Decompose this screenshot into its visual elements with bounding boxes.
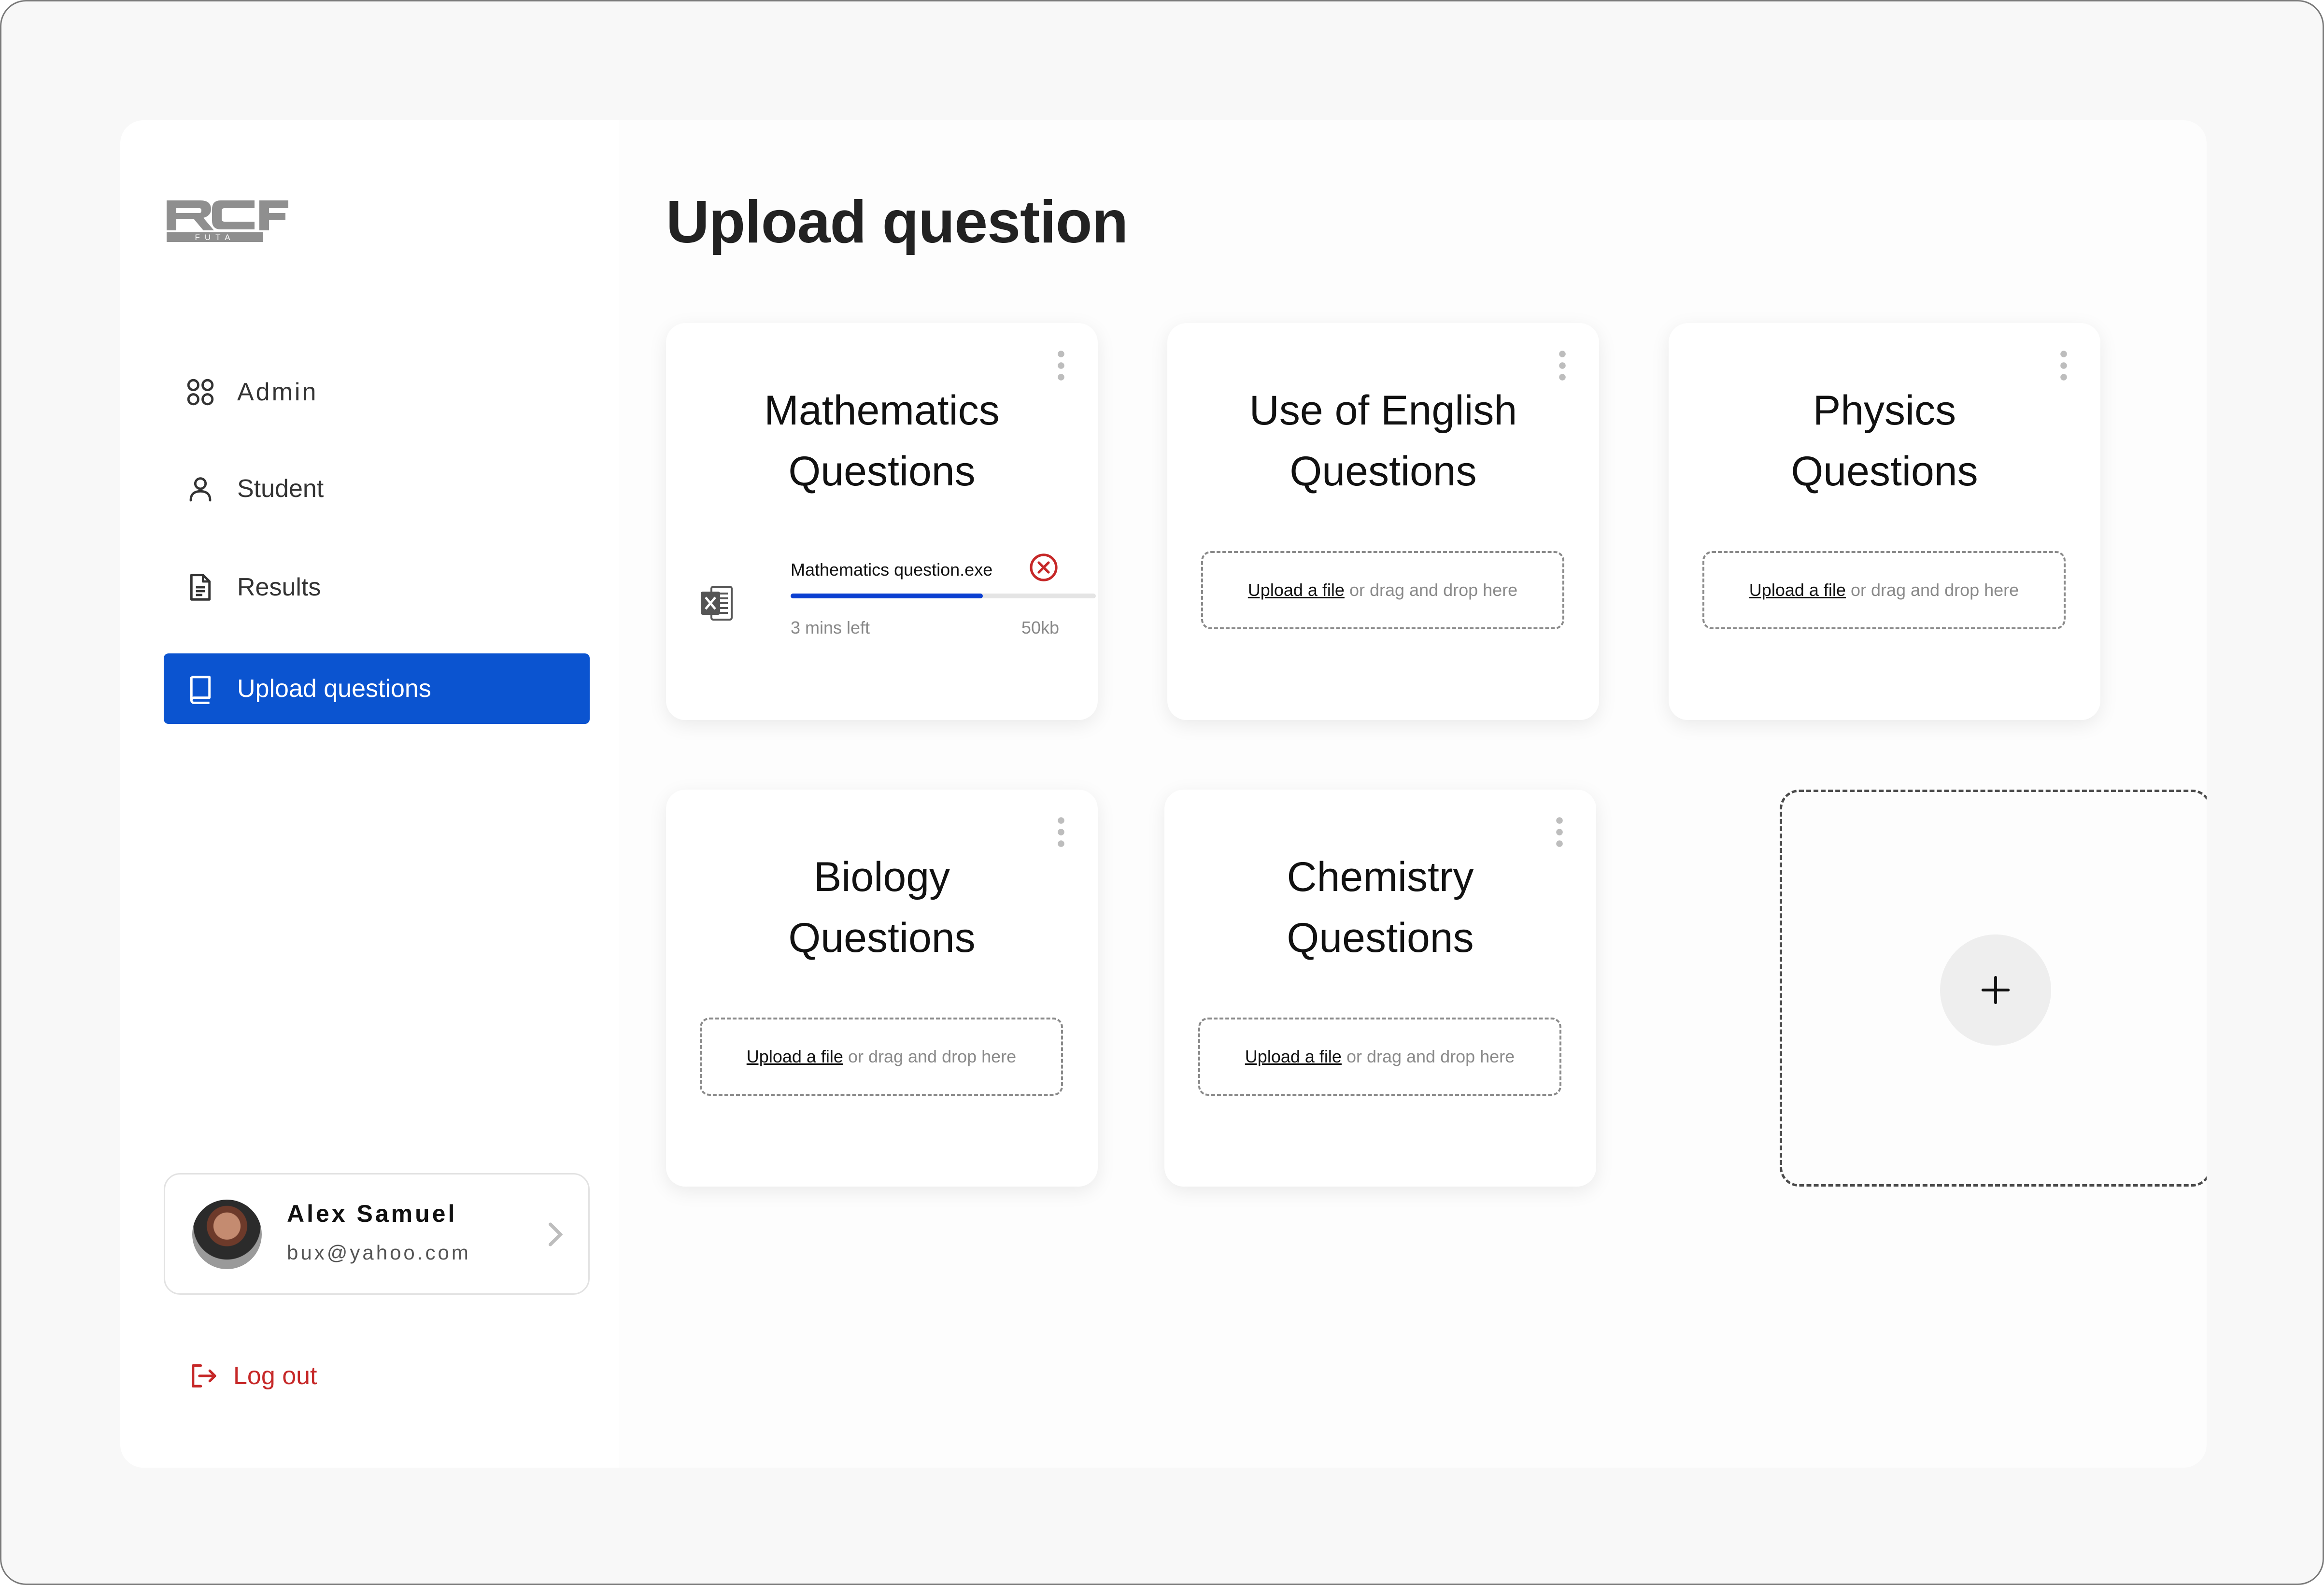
upload-file-name: Mathematics question.exe bbox=[791, 560, 993, 580]
dropzone-hint: or drag and drop here bbox=[848, 1047, 1017, 1066]
card-title: Biology Questions bbox=[666, 847, 1098, 968]
user-email: bux@yahoo.com bbox=[287, 1241, 471, 1264]
card-title-line1: Chemistry bbox=[1287, 854, 1474, 900]
page-title: Upload question bbox=[666, 189, 1128, 255]
upload-file-link[interactable]: Upload a file bbox=[747, 1047, 843, 1067]
question-card-use-of-english: Use of English Questions Upload a file o… bbox=[1167, 323, 1599, 720]
excel-file-icon bbox=[701, 586, 733, 621]
card-title: Physics Questions bbox=[1669, 380, 2100, 502]
card-title-line2: Questions bbox=[1791, 448, 1978, 495]
question-card-physics: Physics Questions Upload a file or drag … bbox=[1669, 323, 2100, 720]
card-title: Chemistry Questions bbox=[1164, 847, 1596, 968]
sidebar: FUTA Admin Student Results Upload questi… bbox=[120, 120, 619, 1468]
sidebar-item-results[interactable]: Results bbox=[164, 552, 590, 623]
sidebar-item-upload-questions[interactable]: Upload questions bbox=[164, 653, 590, 724]
upload-file-link[interactable]: Upload a file bbox=[1245, 1047, 1342, 1067]
question-card-biology: Biology Questions Upload a file or drag … bbox=[666, 790, 1098, 1187]
chevron-right-icon bbox=[549, 1222, 563, 1246]
file-dropzone[interactable]: Upload a file or drag and drop here bbox=[700, 1018, 1063, 1096]
sidebar-item-label: Admin bbox=[237, 378, 318, 406]
file-dropzone[interactable]: Upload a file or drag and drop here bbox=[1201, 551, 1564, 629]
sidebar-item-student[interactable]: Student bbox=[164, 453, 590, 524]
card-title: Mathematics Questions bbox=[666, 380, 1098, 502]
app-container: FUTA Admin Student Results Upload questi… bbox=[120, 120, 2207, 1468]
book-icon bbox=[190, 676, 211, 704]
upload-time-left: 3 mins left bbox=[791, 618, 870, 637]
card-title-line2: Questions bbox=[788, 915, 976, 961]
card-title-line1: Physics bbox=[1813, 387, 1956, 434]
card-title-line1: Mathematics bbox=[764, 387, 1000, 434]
sidebar-item-label: Upload questions bbox=[237, 675, 431, 703]
window-frame: FUTA Admin Student Results Upload questi… bbox=[0, 0, 2324, 1585]
logo-subtext: FUTA bbox=[195, 233, 235, 242]
upload-progress-bar bbox=[791, 594, 1096, 598]
card-title-line2: Questions bbox=[1287, 915, 1474, 961]
dropzone-hint: or drag and drop here bbox=[1850, 580, 2019, 600]
card-title: Use of English Questions bbox=[1167, 380, 1599, 502]
sidebar-item-label: Student bbox=[237, 475, 324, 503]
logout-button[interactable]: Log out bbox=[188, 1360, 317, 1391]
card-title-line1: Biology bbox=[813, 854, 950, 900]
file-dropzone[interactable]: Upload a file or drag and drop here bbox=[1198, 1018, 1561, 1096]
grid-icon bbox=[187, 379, 214, 406]
card-title-line1: Use of English bbox=[1249, 387, 1517, 434]
upload-file-size: 50kb bbox=[1021, 618, 1059, 637]
cancel-upload-icon[interactable] bbox=[1028, 552, 1059, 583]
add-question-card[interactable] bbox=[1780, 790, 2207, 1187]
avatar bbox=[192, 1200, 262, 1269]
more-options-icon[interactable] bbox=[1056, 350, 1066, 381]
more-options-icon[interactable] bbox=[1555, 817, 1564, 848]
question-card-mathematics: Mathematics Questions Mathematics questi… bbox=[666, 323, 1098, 720]
upload-file-link[interactable]: Upload a file bbox=[1749, 580, 1846, 600]
more-options-icon[interactable] bbox=[1056, 817, 1066, 848]
sidebar-item-admin[interactable]: Admin bbox=[164, 357, 590, 427]
upload-progress-item: Mathematics question.exe 3 mins left 50k… bbox=[700, 550, 1096, 647]
sidebar-item-label: Results bbox=[237, 573, 321, 601]
plus-icon bbox=[1981, 976, 2010, 1005]
question-card-chemistry: Chemistry Questions Upload a file or dra… bbox=[1164, 790, 1596, 1187]
file-dropzone[interactable]: Upload a file or drag and drop here bbox=[1702, 551, 2066, 629]
upload-file-link[interactable]: Upload a file bbox=[1248, 580, 1345, 600]
user-profile-card[interactable]: Alex Samuel bux@yahoo.com bbox=[164, 1173, 590, 1295]
logout-icon bbox=[192, 1364, 216, 1387]
dropzone-hint: or drag and drop here bbox=[1346, 1047, 1515, 1066]
logout-label: Log out bbox=[233, 1362, 317, 1390]
card-title-line2: Questions bbox=[1290, 448, 1477, 495]
card-title-line2: Questions bbox=[788, 448, 976, 495]
add-question-button[interactable] bbox=[1940, 934, 2051, 1046]
rcf-logo: FUTA bbox=[167, 200, 288, 242]
more-options-icon[interactable] bbox=[2059, 350, 2069, 381]
user-icon bbox=[189, 477, 212, 502]
user-name: Alex Samuel bbox=[287, 1200, 457, 1227]
upload-progress-fill bbox=[791, 594, 983, 598]
document-icon bbox=[190, 574, 211, 601]
dropzone-hint: or drag and drop here bbox=[1349, 580, 1518, 600]
more-options-icon[interactable] bbox=[1558, 350, 1567, 381]
